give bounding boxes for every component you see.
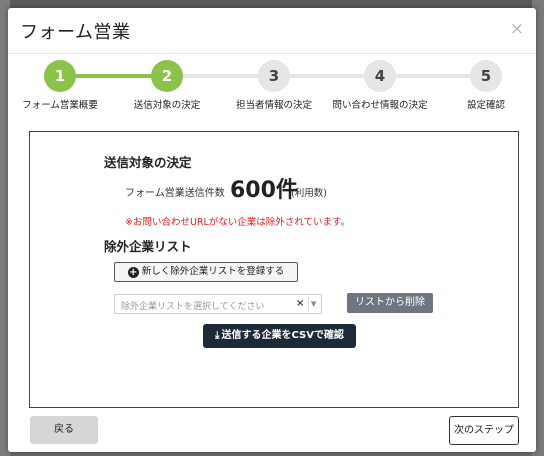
register-button-label: 新しく除外企業リストを登録する: [141, 266, 285, 277]
exclude-section-title: 除外企業リスト: [104, 239, 192, 254]
step-4: 4 問い合わせ情報の決定: [320, 60, 440, 111]
step-2-label: 送信対象の決定: [133, 100, 201, 111]
send-count-value: 600件: [230, 178, 298, 203]
form-sales-modal: フォーム営業 × 1 フォーム営業概要 2 送信対象の決定 3 担当者情報の決定…: [8, 8, 536, 452]
plus-circle-icon: +: [127, 267, 139, 278]
download-icon: ⤓: [215, 330, 220, 341]
exclusion-list-select[interactable]: 除外企業リストを選択してください × ▼: [114, 294, 322, 314]
exclusion-warning: ※お問い合わせURLがない企業は除外されています。: [125, 217, 351, 228]
csv-button-label: 送信する企業をCSVで確認: [221, 330, 344, 341]
step-3: 3 担当者情報の決定: [214, 60, 334, 111]
step-2-circle: 2: [151, 60, 183, 92]
wizard-stepper: 1 フォーム営業概要 2 送信対象の決定 3 担当者情報の決定 4 問い合わせ情…: [8, 60, 536, 122]
content-panel: 送信対象の決定 フォーム営業送信件数 600件 (利用数) ※お問い合わせURL…: [29, 131, 519, 408]
send-count-label: フォーム営業送信件数: [125, 188, 225, 199]
modal-title: フォーム営業: [20, 22, 131, 43]
step-3-label: 担当者情報の決定: [235, 100, 312, 111]
target-section-title: 送信対象の決定: [104, 155, 192, 170]
close-icon[interactable]: ×: [510, 21, 524, 38]
clear-icon[interactable]: ×: [296, 298, 304, 309]
modal-header: フォーム営業 ×: [8, 8, 536, 54]
step-4-label: 問い合わせ情報の決定: [332, 100, 428, 111]
send-count-unit: (利用数): [291, 188, 327, 199]
check-csv-button[interactable]: ⤓ 送信する企業をCSVで確認: [203, 324, 356, 348]
step-5: 5 設定確認: [426, 60, 544, 111]
step-5-circle: 5: [470, 60, 502, 92]
remove-from-list-button[interactable]: リストから削除: [347, 293, 433, 313]
step-3-circle: 3: [258, 60, 290, 92]
back-button[interactable]: 戻る: [30, 416, 98, 444]
step-5-label: 設定確認: [466, 100, 505, 111]
step-2: 2 送信対象の決定: [107, 60, 227, 111]
next-step-button[interactable]: 次のステップ: [449, 416, 519, 445]
select-placeholder: 除外企業リストを選択してください: [121, 302, 265, 312]
step-1-circle: 1: [44, 60, 76, 92]
step-1: 1 フォーム営業概要: [0, 60, 120, 111]
register-exclusion-list-button[interactable]: + 新しく除外企業リストを登録する: [114, 262, 298, 282]
select-divider: [308, 297, 309, 311]
step-1-label: フォーム営業概要: [22, 100, 98, 111]
step-4-circle: 4: [364, 60, 396, 92]
chevron-down-icon[interactable]: ▼: [311, 300, 316, 308]
